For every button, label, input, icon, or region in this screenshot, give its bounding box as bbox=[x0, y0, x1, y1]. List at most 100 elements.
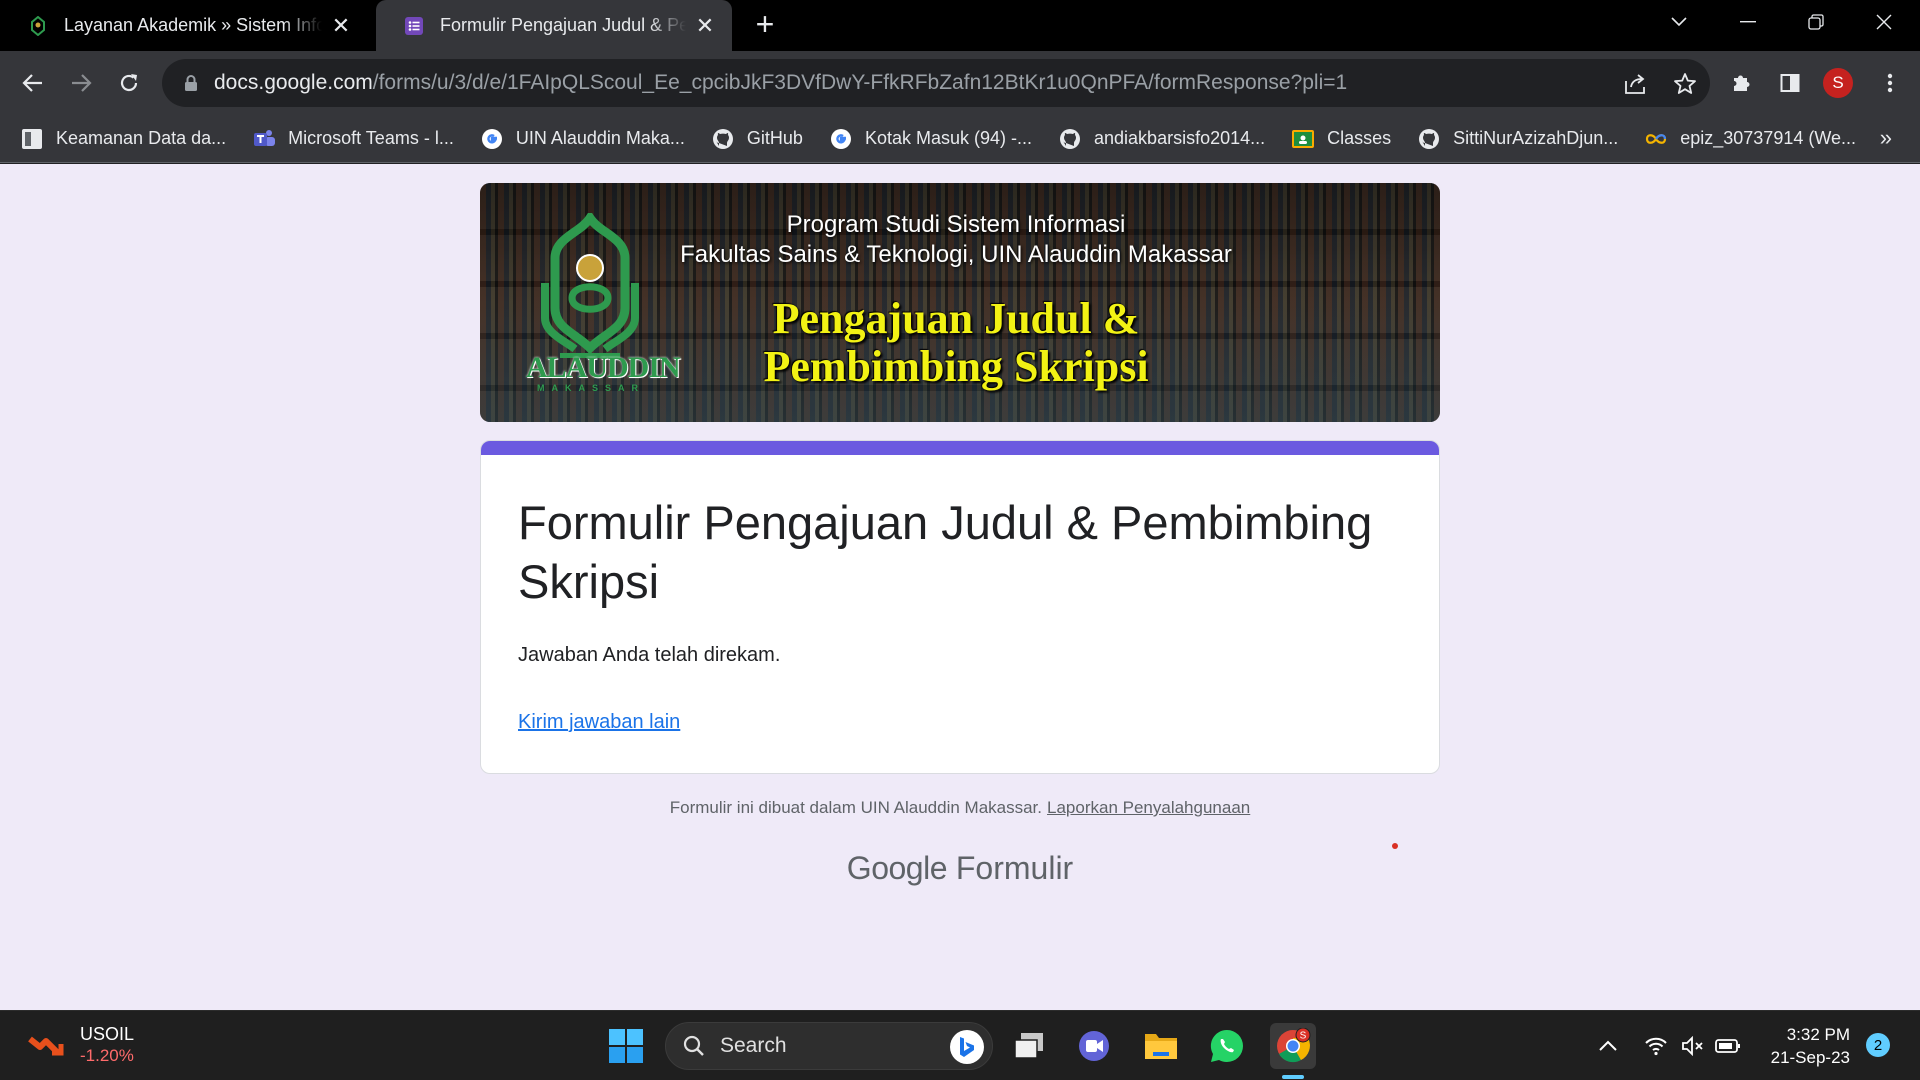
close-tab-icon[interactable]: ✕ bbox=[692, 13, 718, 39]
google-forms-logo[interactable]: Google Formulir bbox=[0, 850, 1920, 887]
bookmark-label: UIN Alauddin Maka... bbox=[515, 128, 685, 148]
avatar: S bbox=[1823, 68, 1853, 98]
clock-time: 3:32 PM bbox=[1786, 1025, 1850, 1044]
side-panel-icon[interactable] bbox=[1772, 65, 1808, 101]
bookmark-uin-alauddin[interactable]: UIN Alauddin Maka... bbox=[480, 127, 685, 151]
taskbar-search[interactable]: Search bbox=[665, 1022, 993, 1070]
share-icon[interactable] bbox=[1622, 71, 1648, 97]
bing-icon[interactable] bbox=[950, 1030, 984, 1064]
bookmark-label: Microsoft Teams - l... bbox=[288, 128, 454, 148]
card-accent-bar bbox=[481, 441, 1439, 455]
form-title: Formulir Pengajuan Judul & Pembimbing Sk… bbox=[518, 496, 1373, 608]
wifi-icon[interactable] bbox=[1642, 1033, 1670, 1059]
submit-another-response-link[interactable]: Kirim jawaban lain bbox=[518, 711, 680, 734]
system-clock[interactable]: 3:32 PM 21-Sep-23 bbox=[1760, 1023, 1850, 1069]
bookmark-label: Kotak Masuk (94) -... bbox=[864, 128, 1033, 148]
github-icon bbox=[1417, 127, 1441, 151]
back-arrow-icon[interactable] bbox=[15, 65, 51, 101]
notification-badge[interactable]: 2 bbox=[1866, 1033, 1890, 1057]
active-app-indicator bbox=[1282, 1075, 1304, 1079]
close-tab-icon[interactable]: ✕ bbox=[328, 13, 354, 39]
bookmark-label: SittiNurAzizahDjun... bbox=[1453, 128, 1619, 148]
infinity-icon bbox=[1644, 127, 1668, 151]
bookmark-label: Classes bbox=[1327, 128, 1392, 148]
footer-note: Formulir ini dibuat dalam UIN Alauddin M… bbox=[0, 798, 1920, 818]
new-tab-button[interactable]: + bbox=[748, 8, 782, 42]
footer-note-text: Formulir ini dibuat dalam UIN Alauddin M… bbox=[669, 798, 1043, 817]
bookmark-label: Keamanan Data da... bbox=[56, 128, 227, 148]
tab-title: Layanan Akademik » Sistem Informasi bbox=[64, 15, 322, 35]
bookmark-microsoft-teams[interactable]: Microsoft Teams - l... bbox=[252, 127, 454, 151]
uin-logo-icon bbox=[28, 15, 48, 36]
minimize-button[interactable] bbox=[1720, 0, 1776, 44]
report-abuse-link[interactable]: Laporkan Penyalahgunaan bbox=[1047, 798, 1250, 817]
close-window-button[interactable] bbox=[1856, 0, 1912, 44]
windows-taskbar: USOIL -1.20% Search S 3:32 PM 21-Sep-23 bbox=[0, 1010, 1920, 1080]
restore-button[interactable] bbox=[1788, 0, 1844, 44]
tab-formulir[interactable]: Formulir Pengajuan Judul & Pembimbing Sk… bbox=[376, 0, 732, 51]
page-content: ALAUDDIN MAKASSAR Program Studi Sistem I… bbox=[0, 164, 1920, 1010]
start-button[interactable] bbox=[603, 1023, 649, 1069]
bookmark-github[interactable]: GitHub bbox=[711, 127, 803, 151]
bookmark-label: andiakbarsisfo2014... bbox=[1094, 128, 1266, 148]
address-bar[interactable]: docs.google.com/forms/u/3/d/e/1FAIpQLSco… bbox=[162, 59, 1710, 107]
bookmark-star-icon[interactable] bbox=[1672, 71, 1698, 97]
extensions-puzzle-icon[interactable] bbox=[1724, 65, 1760, 101]
url-path: /forms/u/3/d/e/1FAIpQLScoul_Ee_cpcibJkF3… bbox=[372, 71, 1348, 94]
battery-icon[interactable] bbox=[1714, 1033, 1742, 1059]
forward-arrow-icon[interactable] bbox=[63, 65, 99, 101]
bookmark-sittinurazizah[interactable]: SittiNurAzizahDjun... bbox=[1417, 127, 1618, 151]
google-icon bbox=[829, 127, 853, 151]
url-host: docs.google.com bbox=[214, 71, 373, 94]
chrome-icon[interactable]: S bbox=[1270, 1023, 1316, 1069]
github-icon bbox=[711, 127, 735, 151]
banner-program-text: Program Studi Sistem Informasi bbox=[786, 211, 1126, 238]
tab-strip: Layanan Akademik » Sistem Informasi ✕ Fo… bbox=[0, 0, 1920, 51]
url-text[interactable]: docs.google.com/forms/u/3/d/e/1FAIpQLSco… bbox=[214, 71, 1347, 95]
stock-widget[interactable]: USOIL -1.20% bbox=[28, 1023, 134, 1067]
stock-change: -1.20% bbox=[80, 1046, 134, 1065]
tab-layanan-akademik[interactable]: Layanan Akademik » Sistem Informasi ✕ bbox=[0, 0, 368, 51]
profile-avatar[interactable]: S bbox=[1820, 65, 1856, 101]
stock-symbol: USOIL bbox=[80, 1024, 135, 1044]
banner-headline-1: Pengajuan Judul & bbox=[772, 294, 1140, 343]
bookmark-keamanan-data[interactable]: Keamanan Data da... bbox=[20, 127, 226, 151]
chevron-up-icon[interactable] bbox=[1594, 1033, 1622, 1059]
google-icon bbox=[480, 127, 504, 151]
clock-date: 21-Sep-23 bbox=[1770, 1048, 1850, 1067]
volume-muted-icon[interactable] bbox=[1680, 1033, 1708, 1059]
lock-icon[interactable] bbox=[182, 73, 200, 93]
file-explorer-icon[interactable] bbox=[1138, 1023, 1184, 1069]
doc-icon bbox=[20, 127, 44, 151]
tab-title: Formulir Pengajuan Judul & Pembimbing Sk… bbox=[440, 15, 686, 35]
bookmark-classes[interactable]: Classes bbox=[1291, 127, 1391, 151]
bookmark-label: GitHub bbox=[746, 128, 803, 148]
cursor-dot bbox=[1392, 843, 1398, 849]
classroom-icon bbox=[1291, 127, 1315, 151]
menu-kebab-icon[interactable] bbox=[1872, 65, 1908, 101]
bookmark-label: epiz_30737914 (We... bbox=[1680, 128, 1857, 148]
google-wordmark: Google bbox=[846, 850, 948, 886]
teams-icon bbox=[252, 127, 276, 151]
form-header-banner: ALAUDDIN MAKASSAR Program Studi Sistem I… bbox=[480, 183, 1440, 422]
tab-search-chevron-icon[interactable] bbox=[1651, 0, 1707, 44]
bookmarks-overflow-icon[interactable]: » bbox=[1880, 125, 1892, 151]
bookmark-kotak-masuk[interactable]: Kotak Masuk (94) -... bbox=[829, 127, 1032, 151]
browser-toolbar: docs.google.com/forms/u/3/d/e/1FAIpQLSco… bbox=[0, 51, 1920, 115]
bookmark-andiakbarsisfo[interactable]: andiakbarsisfo2014... bbox=[1058, 127, 1265, 151]
trend-down-icon bbox=[28, 1036, 64, 1056]
chrome-profile-badge: S bbox=[1300, 1031, 1307, 1042]
windows-logo-icon bbox=[609, 1029, 643, 1063]
reload-icon[interactable] bbox=[111, 65, 147, 101]
bookmarks-bar: Keamanan Data da... Microsoft Teams - l.… bbox=[0, 115, 1920, 163]
search-placeholder: Search bbox=[720, 1034, 787, 1057]
search-icon bbox=[682, 1034, 706, 1058]
bookmark-epiz[interactable]: epiz_30737914 (We... bbox=[1644, 127, 1856, 151]
confirmation-card: Formulir Pengajuan Judul & Pembimbing Sk… bbox=[480, 440, 1440, 774]
task-view-icon[interactable] bbox=[1006, 1023, 1052, 1069]
teams-chat-icon[interactable] bbox=[1071, 1023, 1117, 1069]
github-icon bbox=[1058, 127, 1082, 151]
google-forms-icon bbox=[404, 16, 424, 36]
whatsapp-icon[interactable] bbox=[1204, 1023, 1250, 1069]
forms-wordmark: Formulir bbox=[955, 850, 1074, 886]
